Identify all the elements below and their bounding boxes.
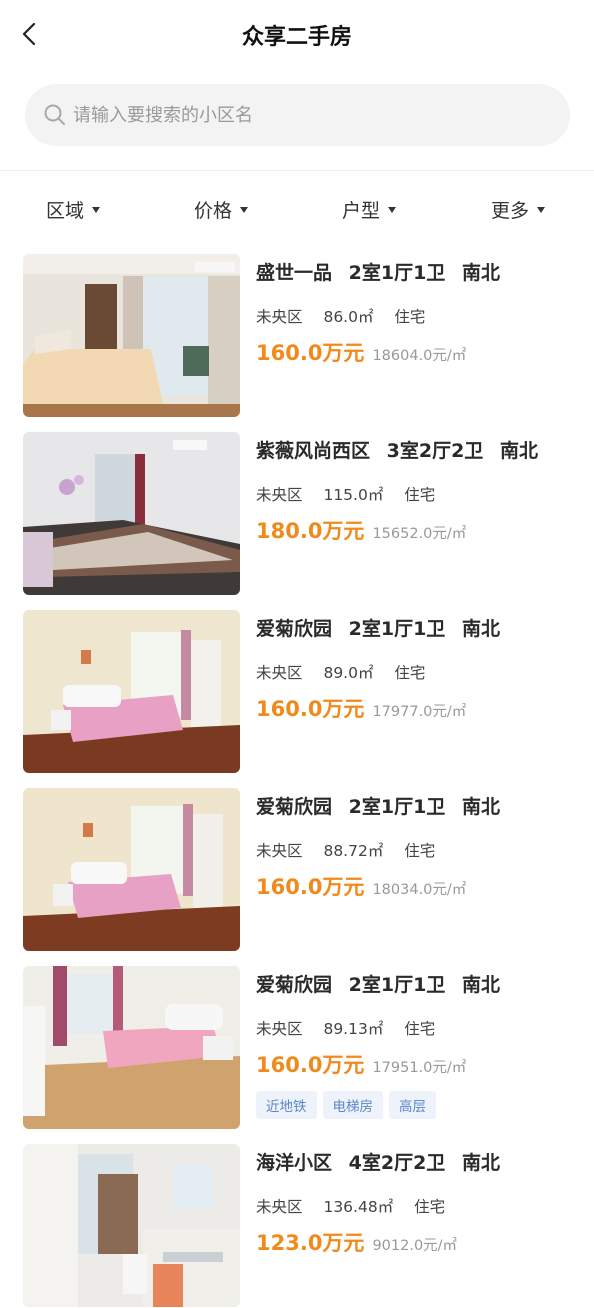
listing-area: 86.0㎡ — [323, 308, 374, 326]
listing-type: 住宅 — [394, 664, 426, 682]
listing-layout: 2室1厅1卫 — [348, 796, 446, 818]
listing-photo — [23, 788, 240, 951]
listing-layout: 2室1厅1卫 — [348, 262, 446, 284]
search-icon — [44, 104, 65, 125]
caret-down-icon — [388, 206, 397, 213]
listing-orientation: 南北 — [461, 1152, 500, 1174]
tag-badge: 高层 — [389, 1091, 436, 1119]
listing-name: 爱菊欣园 — [256, 618, 333, 640]
listing-card[interactable]: 海洋小区 4室2厅2卫 南北 未央区 136.48㎡ 住宅 123.0万元 90… — [0, 1144, 594, 1308]
listing-area: 89.0㎡ — [323, 664, 374, 682]
header-bar: 众享二手房 — [0, 0, 594, 68]
listing-photo — [23, 966, 240, 1129]
listing-card[interactable]: 爱菊欣园 2室1厅1卫 南北 未央区 88.72㎡ 住宅 160.0万元 180… — [0, 788, 594, 952]
filter-more[interactable]: 更多 — [491, 196, 546, 223]
filter-layout[interactable]: 户型 — [342, 196, 397, 223]
listing-orientation: 南北 — [461, 262, 500, 284]
listing-layout: 3室2厅2卫 — [386, 440, 484, 462]
listing-district: 未央区 — [256, 842, 303, 860]
listing-type: 住宅 — [404, 842, 436, 860]
listing-orientation: 南北 — [461, 974, 500, 996]
listing-area: 136.48㎡ — [323, 1198, 394, 1216]
page-title: 众享二手房 — [241, 25, 352, 50]
listing-unit-price: 15652.0元/㎡ — [372, 526, 467, 542]
caret-down-icon — [92, 206, 101, 213]
filter-price[interactable]: 价格 — [194, 196, 249, 223]
listing-name: 紫薇风尚西区 — [256, 440, 371, 462]
listing-layout: 2室1厅1卫 — [348, 618, 446, 640]
tag-badge: 近地铁 — [256, 1091, 317, 1119]
listing-price: 160.0万元 — [256, 1053, 365, 1077]
listing-district: 未央区 — [256, 1198, 303, 1216]
listing-area: 89.13㎡ — [323, 1020, 384, 1038]
search-input[interactable] — [73, 104, 533, 126]
caret-down-icon — [537, 206, 546, 213]
listing-tags: 近地铁 电梯房 高层 — [256, 1091, 586, 1119]
filter-label: 价格 — [194, 200, 233, 222]
listing-type: 住宅 — [404, 486, 436, 504]
listing-district: 未央区 — [256, 1020, 303, 1038]
listing-layout: 4室2厅2卫 — [348, 1152, 446, 1174]
filter-label: 区域 — [46, 200, 85, 222]
filter-bar: 区域 价格 户型 更多 — [0, 188, 594, 232]
filter-region[interactable]: 区域 — [46, 196, 101, 223]
listing-unit-price: 17951.0元/㎡ — [372, 1060, 467, 1076]
listing-orientation: 南北 — [499, 440, 538, 462]
listing-price: 123.0万元 — [256, 1231, 365, 1255]
listing-area: 115.0㎡ — [323, 486, 384, 504]
listing-card[interactable]: 爱菊欣园 2室1厅1卫 南北 未央区 89.13㎡ 住宅 160.0万元 179… — [0, 966, 594, 1130]
listing-price: 160.0万元 — [256, 875, 365, 899]
filter-label: 户型 — [342, 200, 381, 222]
listing-orientation: 南北 — [461, 618, 500, 640]
listing-area: 88.72㎡ — [323, 842, 384, 860]
listing-photo — [23, 432, 240, 595]
listing-unit-price: 17977.0元/㎡ — [372, 704, 467, 720]
listing-name: 盛世一品 — [256, 262, 333, 284]
filter-label: 更多 — [491, 200, 530, 222]
listing-card[interactable]: 盛世一品 2室1厅1卫 南北 未央区 86.0㎡ 住宅 160.0万元 1860… — [0, 254, 594, 418]
listing-district: 未央区 — [256, 486, 303, 504]
listing-type: 住宅 — [414, 1198, 446, 1216]
listing-card[interactable]: 爱菊欣园 2室1厅1卫 南北 未央区 89.0㎡ 住宅 160.0万元 1797… — [0, 610, 594, 774]
listing-district: 未央区 — [256, 308, 303, 326]
listing-type: 住宅 — [394, 308, 426, 326]
listing-unit-price: 9012.0元/㎡ — [372, 1238, 458, 1254]
listing-district: 未央区 — [256, 664, 303, 682]
listing-price: 180.0万元 — [256, 519, 365, 543]
listing-price: 160.0万元 — [256, 697, 365, 721]
listing-unit-price: 18034.0元/㎡ — [372, 882, 467, 898]
listing-unit-price: 18604.0元/㎡ — [372, 348, 467, 364]
caret-down-icon — [240, 206, 249, 213]
listing-card[interactable]: 紫薇风尚西区 3室2厅2卫 南北 未央区 115.0㎡ 住宅 180.0万元 1… — [0, 432, 594, 596]
listing-name: 海洋小区 — [256, 1152, 333, 1174]
divider — [0, 170, 594, 171]
listing-price: 160.0万元 — [256, 341, 365, 365]
tag-badge: 电梯房 — [322, 1091, 383, 1119]
listing-photo — [23, 254, 240, 417]
search-bar[interactable] — [25, 84, 570, 146]
listing-layout: 2室1厅1卫 — [348, 974, 446, 996]
listing-photo — [23, 1144, 240, 1307]
listing-photo — [23, 610, 240, 773]
listing-name: 爱菊欣园 — [256, 796, 333, 818]
listing-orientation: 南北 — [461, 796, 500, 818]
listing-type: 住宅 — [404, 1020, 436, 1038]
listing-name: 爱菊欣园 — [256, 974, 333, 996]
